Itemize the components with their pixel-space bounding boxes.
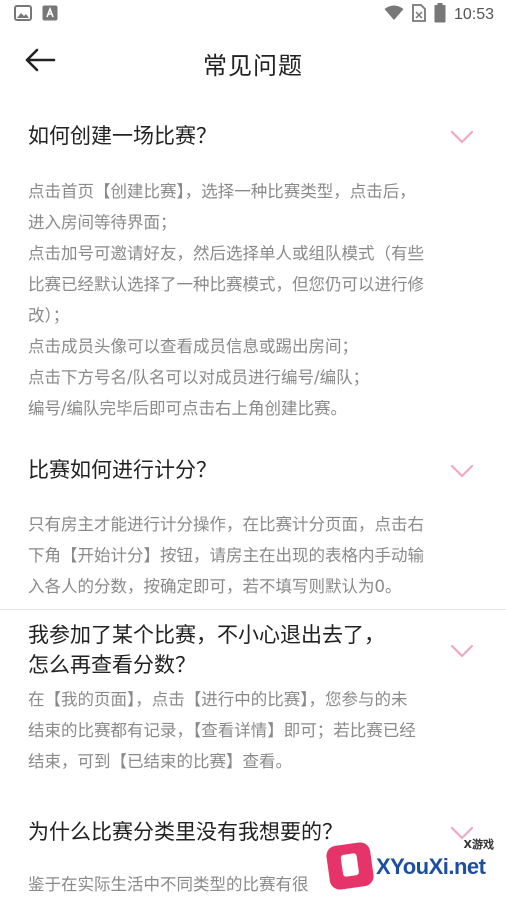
faq-answer-line: 进入房间等待界面； [28, 213, 177, 232]
faq-question-row[interactable]: 如何创建一场比赛？ [0, 96, 506, 176]
watermark: X游戏 XYouXi.net [325, 836, 498, 896]
chevron-down-icon[interactable] [450, 129, 474, 144]
faq-answer-line: 结束，可到【已结束的比赛】查看。 [28, 752, 292, 771]
faq-item-scoring: 比赛如何进行计分？ 只有房主才能进行计分操作，在比赛计分页面，点击右 下角【开始… [0, 433, 506, 602]
image-notification-icon [14, 5, 32, 25]
a-notification-icon [42, 5, 58, 25]
faq-question-text: 比赛如何进行计分？ [28, 458, 217, 482]
faq-question-text: 我参加了某个比赛，不小心退出去了， [28, 623, 385, 647]
faq-answer: 在【我的页面】，点击【进行中的比赛】，您参与的未 结束的比赛都有记录，【查看详情… [0, 684, 506, 777]
faq-answer-line: 点击下方号名/队名可以对成员进行编号/编队； [28, 368, 370, 387]
faq-answer: 只有房主才能进行计分操作，在比赛计分页面，点击右 下角【开始计分】按钮，请房主在… [0, 509, 506, 602]
page-title: 常见问题 [203, 52, 303, 80]
faq-item-create-match: 如何创建一场比赛？ 点击首页【创建比赛】，选择一种比赛类型，点击后， 进入房间等… [0, 96, 506, 424]
chevron-down-icon[interactable] [450, 643, 474, 658]
faq-answer-line: 改）； [28, 306, 70, 325]
faq-answer-line: 结束的比赛都有记录，【查看详情】即可；若比赛已经 [28, 721, 416, 740]
wifi-icon [384, 5, 404, 25]
faq-answer-line: 只有房主才能进行计分操作，在比赛计分页面，点击右 [28, 515, 424, 534]
faq-item-view-score: 我参加了某个比赛，不小心退出去了， 怎么再查看分数？ 在【我的页面】，点击【进行… [0, 616, 506, 777]
watermark-brand-text: XYouXi.net [376, 854, 486, 879]
faq-answer-line: 点击加号可邀请好友，然后选择单人或组队模式（有些 [28, 244, 424, 263]
faq-question-text: 如何创建一场比赛？ [28, 124, 217, 148]
faq-answer-line: 下角【开始计分】按钮，请房主在出现的表格内手动输 [28, 546, 424, 565]
watermark-small-text: X游戏 [463, 838, 494, 851]
divider [0, 609, 506, 610]
battery-icon [434, 3, 446, 27]
faq-answer-line: 在【我的页面】，点击【进行中的比赛】，您参与的未 [28, 690, 408, 709]
header: 常见问题 [0, 30, 506, 94]
sim-card-icon [412, 4, 426, 26]
faq-answer-line: 比赛已经默认选择了一种比赛模式，但您仍可以进行修 [28, 275, 424, 294]
chevron-down-icon[interactable] [450, 463, 474, 478]
status-bar: 10:53 [0, 0, 506, 30]
faq-answer-line: 点击首页【创建比赛】，选择一种比赛类型，点击后， [28, 182, 416, 201]
faq-question-text: 为什么比赛分类里没有我想要的？ [28, 820, 343, 844]
watermark-logo-icon [325, 841, 375, 891]
faq-answer-line: 编号/编队完毕后即可点击右上角创建比赛。 [28, 399, 348, 418]
faq-answer-line: 入各人的分数，按确定即可，若不填写则默认为0。 [28, 577, 402, 596]
faq-question-row[interactable]: 比赛如何进行计分？ [0, 433, 506, 507]
faq-answer-line: 点击成员头像可以查看成员信息或踢出房间； [28, 337, 358, 356]
status-time: 10:53 [453, 6, 494, 23]
faq-question-row[interactable]: 我参加了某个比赛，不小心退出去了， 怎么再查看分数？ [0, 616, 506, 684]
faq-answer: 点击首页【创建比赛】，选择一种比赛类型，点击后， 进入房间等待界面； 点击加号可… [0, 176, 506, 424]
faq-question-text: 怎么再查看分数？ [28, 653, 196, 677]
